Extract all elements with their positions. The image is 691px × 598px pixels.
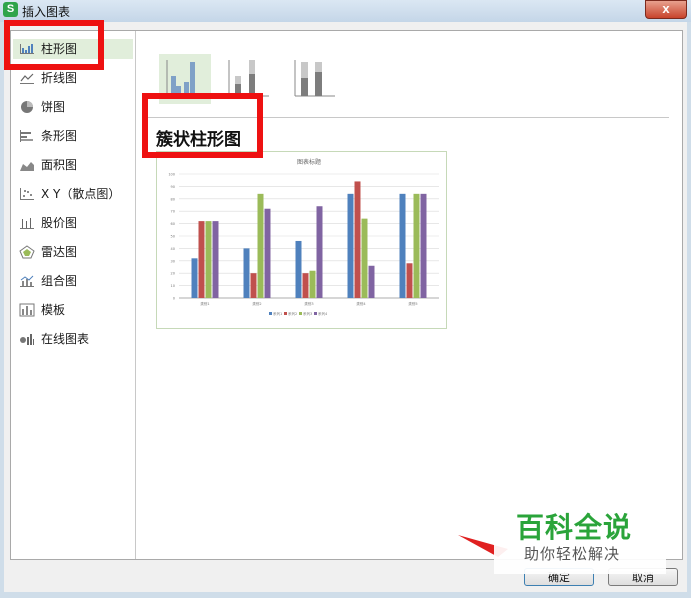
sidebar-item-label: 在线图表 <box>41 332 90 346</box>
close-button[interactable]: x <box>645 0 687 19</box>
line-chart-icon <box>20 73 34 84</box>
combo-chart-icon <box>20 275 34 287</box>
pie-chart-icon <box>21 101 33 113</box>
bar-系列1-类别1 <box>191 258 198 298</box>
scatter-chart-icon <box>20 188 34 200</box>
sidebar-item-template[interactable]: 模板 <box>13 300 133 320</box>
close-icon: x <box>662 1 670 16</box>
watermark-title: 百科全说 <box>516 511 633 544</box>
sidebar-item-label: 模板 <box>41 303 66 317</box>
legend-swatch <box>269 312 272 315</box>
x-tick-label: 类别3 <box>304 301 313 306</box>
y-tick-label: 0 <box>173 297 175 301</box>
legend-label: 系列1 <box>273 311 282 316</box>
x-tick-label: 类别5 <box>408 301 417 306</box>
bar-系列4-类别1 <box>212 221 219 298</box>
main-panel: 柱形图 折线图 饼图 条形图 面积图 X Y（散点图） 股价图 雷达图 组合图 模板 在线图表 <box>10 30 683 560</box>
window-title: 插入图表 <box>22 5 71 19</box>
bar-系列3-类别3 <box>309 270 316 298</box>
bar-系列1-类别2 <box>243 248 250 298</box>
legend-label: 系列3 <box>303 311 312 316</box>
watermark: 百科全说 助你轻松解决 <box>494 502 666 574</box>
preview-chart: 图表标题 0 10 20 30 40 50 60 70 80 90 100 类别1 类别2 类别3 类别4 类别… <box>168 158 439 316</box>
sidebar-item-combo-chart[interactable]: 组合图 <box>13 271 133 291</box>
bar-chart-icon <box>20 130 33 142</box>
sidebar-item-label: 面积图 <box>41 158 78 172</box>
chart-title: 图表标题 <box>297 158 321 166</box>
sidebar-item-scatter-chart[interactable]: X Y（散点图） <box>13 184 133 204</box>
sidebar-item-label: 条形图 <box>41 129 78 143</box>
sidebar-item-line-chart[interactable]: 折线图 <box>13 68 133 88</box>
sidebar-item-online-chart[interactable]: 在线图表 <box>13 329 133 349</box>
sidebar-item-label: 折线图 <box>41 71 78 85</box>
bar-系列1-类别5 <box>399 193 406 298</box>
title-bar: S 插入图表 x <box>0 0 691 22</box>
bar-系列3-类别2 <box>257 193 264 298</box>
legend-label: 系列4 <box>318 311 328 316</box>
sidebar-item-bar-chart[interactable]: 条形图 <box>13 126 133 146</box>
legend-label: 系列2 <box>288 311 297 316</box>
x-tick-label: 类别1 <box>200 301 209 306</box>
stock-chart-icon <box>20 218 34 229</box>
y-tick-label: 30 <box>171 259 175 263</box>
radar-chart-icon <box>19 245 35 259</box>
bar-系列3-类别4 <box>361 218 368 298</box>
y-tick-label: 100 <box>168 173 175 177</box>
y-tick-label: 10 <box>171 284 175 288</box>
bar-系列2-类别5 <box>406 263 413 298</box>
sidebar-item-label: 饼图 <box>41 100 66 114</box>
percent-stacked-column-icon <box>294 60 335 97</box>
sidebar-item-label: 股价图 <box>41 216 78 230</box>
bar-系列2-类别4 <box>354 181 361 298</box>
bar-系列2-类别1 <box>198 221 205 298</box>
sidebar-item-pie-chart[interactable]: 饼图 <box>13 97 133 117</box>
y-tick-label: 90 <box>171 185 175 189</box>
sidebar-item-radar-chart[interactable]: 雷达图 <box>13 242 133 262</box>
sidebar-item-label: 雷达图 <box>41 245 78 259</box>
bar-系列4-类别3 <box>316 206 323 298</box>
y-tick-label: 80 <box>171 197 175 201</box>
x-tick-label: 类别4 <box>356 301 366 306</box>
chart-type-sidebar: 柱形图 折线图 饼图 条形图 面积图 X Y（散点图） 股价图 雷达图 组合图 模板 在线图表 <box>11 31 136 559</box>
y-tick-label: 50 <box>171 235 175 239</box>
bar-系列2-类别3 <box>302 273 309 298</box>
y-tick-label: 40 <box>171 247 175 251</box>
highlight-box-sidebar <box>4 20 104 70</box>
bar-系列3-类别1 <box>205 221 212 298</box>
legend-swatch <box>299 312 302 315</box>
percent-stacked-column-option[interactable] <box>287 54 339 104</box>
area-chart-icon <box>20 162 34 171</box>
watermark-subtitle: 助你轻松解决 <box>524 545 621 563</box>
bar-系列4-类别5 <box>420 193 427 298</box>
sidebar-item-label: X Y（散点图） <box>41 187 121 201</box>
bar-系列4-类别4 <box>368 265 375 298</box>
app-icon: S <box>3 2 18 17</box>
bar-系列1-类别4 <box>347 193 354 298</box>
legend-swatch <box>314 312 317 315</box>
legend-swatch <box>284 312 287 315</box>
bar-系列3-类别5 <box>413 193 420 298</box>
online-chart-icon <box>20 334 34 345</box>
y-tick-label: 20 <box>171 272 175 276</box>
bar-系列2-类别2 <box>250 273 257 298</box>
bar-系列1-类别3 <box>295 240 302 298</box>
template-icon <box>19 303 35 317</box>
chart-preview: 图表标题 0 10 20 30 40 50 60 70 80 90 100 类别1 类别2 类别3 类别4 类别… <box>156 151 447 329</box>
bar-系列4-类别2 <box>264 208 271 298</box>
sidebar-item-area-chart[interactable]: 面积图 <box>13 155 133 175</box>
sidebar-item-stock-chart[interactable]: 股价图 <box>13 213 133 233</box>
sidebar-item-label: 组合图 <box>41 274 78 288</box>
highlight-box-subtype <box>142 93 263 158</box>
y-tick-label: 60 <box>171 222 175 226</box>
x-tick-label: 类别2 <box>252 301 261 306</box>
y-tick-label: 70 <box>171 210 175 214</box>
